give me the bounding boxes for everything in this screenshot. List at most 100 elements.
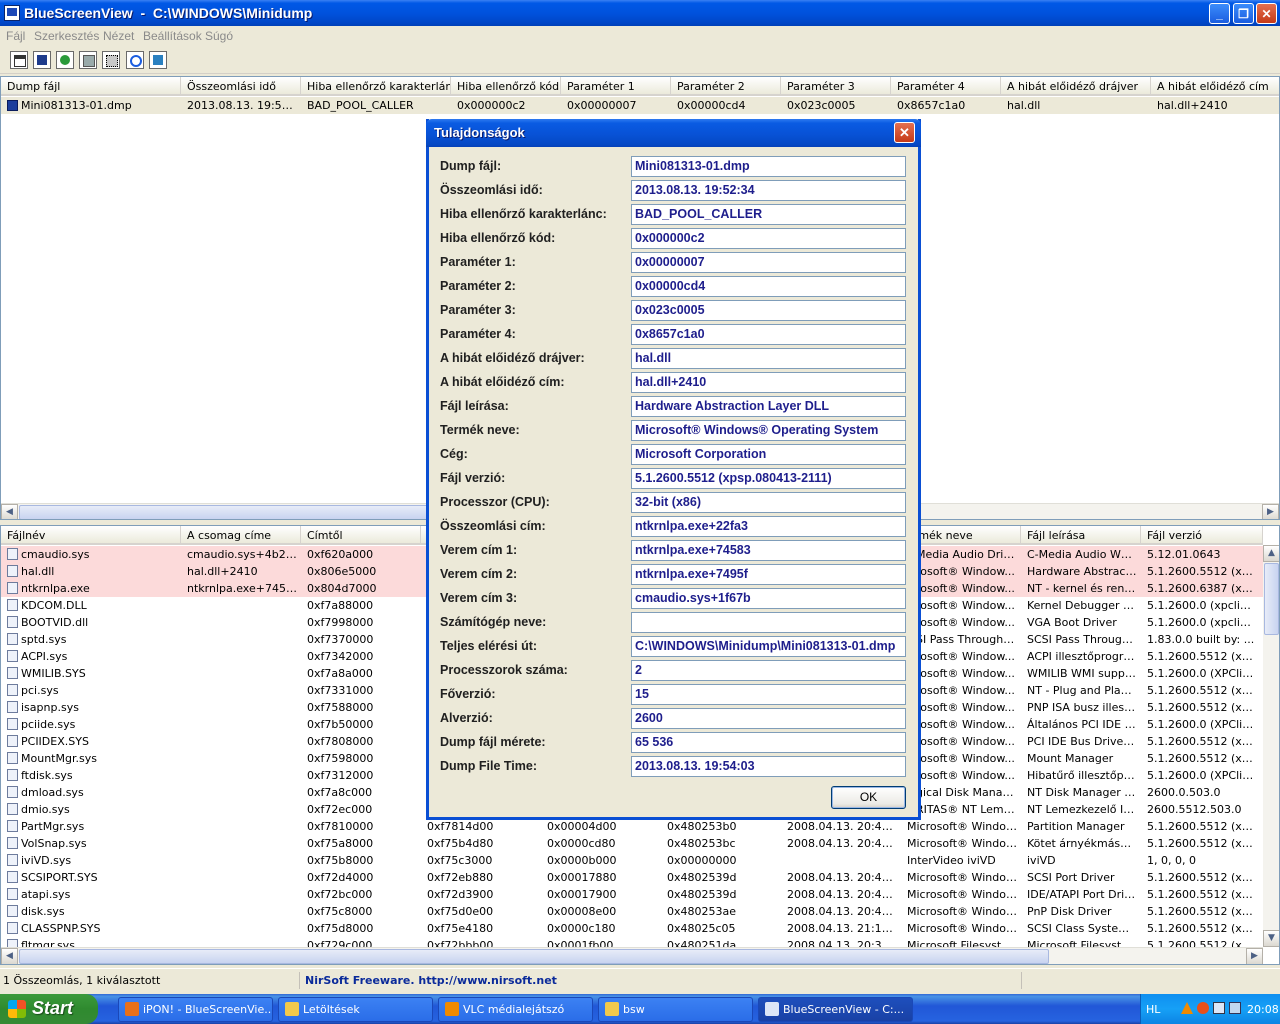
copy-icon[interactable] bbox=[79, 51, 97, 69]
app-tray-icon[interactable] bbox=[1197, 1002, 1209, 1014]
maximize-button[interactable]: ❐ bbox=[1233, 3, 1254, 24]
column-file-description[interactable]: Fájl leírása bbox=[1021, 526, 1141, 545]
property-value-field[interactable]: Microsoft® Windows® Operating System bbox=[631, 420, 906, 441]
ok-button[interactable]: OK bbox=[831, 786, 906, 809]
dialog-title-bar[interactable]: Tulajdonságok ✕ bbox=[426, 119, 921, 147]
file-icon bbox=[7, 888, 18, 900]
monitor-tray-icon[interactable] bbox=[1229, 1002, 1241, 1014]
column-parameter-3[interactable]: Paraméter 3 bbox=[781, 77, 891, 96]
property-value-field[interactable]: 0x000000c2 bbox=[631, 228, 906, 249]
property-value-field[interactable]: C:\WINDOWS\Minidump\Mini081313-01.dmp bbox=[631, 636, 906, 657]
column-bug-check-code[interactable]: Hiba ellenőrző kód bbox=[451, 77, 561, 96]
refresh-icon[interactable] bbox=[56, 51, 74, 69]
driver-row[interactable]: iviVD.sys 0xf75b8000 0xf75c3000 0x0000b000 0… bbox=[1, 852, 1263, 869]
advanced-options-icon[interactable] bbox=[10, 51, 28, 69]
driver-row[interactable]: atapi.sys 0xf72bc000 0xf72d3900 0x00017900 0… bbox=[1, 886, 1263, 903]
column-bug-check-string[interactable]: Hiba ellenőrző karakterlánc bbox=[301, 77, 451, 96]
window-title: BlueScreenView - C:\WINDOWS\Minidump bbox=[24, 5, 313, 21]
driver-list-vscrollbar[interactable]: ▲ ▼ bbox=[1263, 545, 1279, 947]
properties-icon[interactable] bbox=[102, 51, 120, 69]
property-value-field[interactable]: BAD_POOL_CALLER bbox=[631, 204, 906, 225]
taskbar-button[interactable]: bsw bbox=[598, 997, 753, 1022]
property-value-field[interactable]: ntkrnlpa.exe+22fa3 bbox=[631, 516, 906, 537]
property-value-field[interactable]: hal.dll+2410 bbox=[631, 372, 906, 393]
menu-options[interactable]: Beállítások bbox=[143, 29, 202, 43]
column-from-address[interactable]: Címtől bbox=[301, 526, 421, 545]
property-label: Verem cím 3: bbox=[440, 591, 518, 605]
window-title-bar[interactable]: BlueScreenView - C:\WINDOWS\Minidump _ ❐… bbox=[0, 0, 1280, 26]
property-label: Dump File Time: bbox=[440, 759, 538, 773]
find-icon[interactable] bbox=[126, 51, 144, 69]
property-value-field[interactable]: Microsoft Corporation bbox=[631, 444, 906, 465]
property-label: Dump fájl: bbox=[440, 159, 502, 173]
property-value-field[interactable]: 5.1.2600.5512 (xpsp.080413-2111) bbox=[631, 468, 906, 489]
driver-list-hscrollbar[interactable]: ◀ ▶ bbox=[1, 947, 1263, 964]
property-value-field[interactable]: 15 bbox=[631, 684, 906, 705]
menu-file[interactable]: Fájl bbox=[6, 29, 25, 43]
toolbar bbox=[0, 46, 1280, 74]
crash-row[interactable]: Mini081313-01.dmp 2013.08.13. 19:52:34 B… bbox=[1, 97, 1279, 114]
column-address-in-stack[interactable]: A csomag címe bbox=[181, 526, 301, 545]
close-button[interactable]: ✕ bbox=[1256, 3, 1277, 24]
driver-row[interactable]: disk.sys 0xf75c8000 0xf75d0e00 0x00008e00 0x… bbox=[1, 903, 1263, 920]
taskbar-button[interactable]: iPON! - BlueScreenVie... bbox=[118, 997, 273, 1022]
column-caused-by-driver[interactable]: A hibát előidéző drájver bbox=[1001, 77, 1151, 96]
dialog-close-icon[interactable]: ✕ bbox=[894, 122, 915, 143]
property-label: Összeomlási idő: bbox=[440, 183, 543, 197]
menu-view[interactable]: Nézet bbox=[103, 29, 134, 43]
exit-icon[interactable] bbox=[149, 51, 167, 69]
minimize-button[interactable]: _ bbox=[1209, 3, 1230, 24]
column-parameter-1[interactable]: Paraméter 1 bbox=[561, 77, 671, 96]
column-file-version[interactable]: Fájl verzió bbox=[1141, 526, 1263, 545]
scroll-left-arrow-icon[interactable]: ◀ bbox=[1, 948, 18, 964]
taskbar-button[interactable]: VLC médialejátszó bbox=[438, 997, 593, 1022]
start-button[interactable]: Start bbox=[0, 994, 98, 1024]
property-value-field[interactable]: Hardware Abstraction Layer DLL bbox=[631, 396, 906, 417]
property-label: A hibát előidéző drájver: bbox=[440, 351, 585, 365]
driver-row[interactable]: CLASSPNP.SYS 0xf75d8000 0xf75e4180 0x0000c1… bbox=[1, 920, 1263, 937]
scroll-up-arrow-icon[interactable]: ▲ bbox=[1263, 545, 1279, 562]
network-tray-icon[interactable] bbox=[1213, 1002, 1225, 1014]
taskbar-button[interactable]: BlueScreenView - C:... bbox=[758, 997, 913, 1022]
property-value-field[interactable]: cmaudio.sys+1f67b bbox=[631, 588, 906, 609]
menu-edit[interactable]: Szerkesztés bbox=[34, 29, 99, 43]
column-parameter-2[interactable]: Paraméter 2 bbox=[671, 77, 781, 96]
property-value-field[interactable]: hal.dll bbox=[631, 348, 906, 369]
property-value-field[interactable]: Mini081313-01.dmp bbox=[631, 156, 906, 177]
property-value-field[interactable]: 32-bit (x86) bbox=[631, 492, 906, 513]
property-value-field[interactable]: 2600 bbox=[631, 708, 906, 729]
property-value-field[interactable]: 65 536 bbox=[631, 732, 906, 753]
column-caused-by-address[interactable]: A hibát előidéző cím bbox=[1151, 77, 1279, 96]
scroll-left-arrow-icon[interactable]: ◀ bbox=[1, 504, 18, 519]
property-value-field[interactable]: 2013.08.13. 19:52:34 bbox=[631, 180, 906, 201]
nirsoft-link[interactable]: NirSoft Freeware. http://www.nirsoft.net bbox=[302, 972, 1022, 989]
vlc-tray-icon[interactable] bbox=[1181, 1002, 1193, 1014]
property-value-field[interactable]: 0x8657c1a0 bbox=[631, 324, 906, 345]
column-crash-time[interactable]: Összeomlási idő bbox=[181, 77, 301, 96]
property-value-field[interactable]: 2 bbox=[631, 660, 906, 681]
scroll-right-arrow-icon[interactable]: ▶ bbox=[1246, 948, 1263, 964]
driver-row[interactable]: VolSnap.sys 0xf75a8000 0xf75b4d80 0x0000cd8… bbox=[1, 835, 1263, 852]
save-icon[interactable] bbox=[33, 51, 51, 69]
column-filename[interactable]: Fájlnév bbox=[1, 526, 181, 545]
scroll-down-arrow-icon[interactable]: ▼ bbox=[1263, 930, 1279, 947]
property-value-field[interactable]: ntkrnlpa.exe+74583 bbox=[631, 540, 906, 561]
column-dump-file[interactable]: Dump fájl bbox=[1, 77, 181, 96]
property-value-field[interactable]: 0x00000007 bbox=[631, 252, 906, 273]
property-value-field[interactable]: 0x023c0005 bbox=[631, 300, 906, 321]
property-value-field[interactable]: ntkrnlpa.exe+7495f bbox=[631, 564, 906, 585]
scroll-thumb[interactable] bbox=[1264, 563, 1279, 635]
property-value-field[interactable] bbox=[631, 612, 906, 633]
driver-row[interactable]: SCSIPORT.SYS 0xf72d4000 0xf72eb880 0x000178… bbox=[1, 869, 1263, 886]
driver-row[interactable]: PartMgr.sys 0xf7810000 0xf7814d00 0x00004d0… bbox=[1, 818, 1263, 835]
taskbar-button[interactable]: Letöltések bbox=[278, 997, 433, 1022]
file-icon bbox=[7, 650, 18, 662]
language-indicator[interactable]: HL bbox=[1146, 1003, 1160, 1016]
scroll-thumb[interactable] bbox=[19, 949, 1049, 964]
property-value-field[interactable]: 2013.08.13. 19:54:03 bbox=[631, 756, 906, 777]
file-icon bbox=[7, 582, 18, 594]
menu-help[interactable]: Súgó bbox=[205, 29, 233, 43]
scroll-right-arrow-icon[interactable]: ▶ bbox=[1262, 504, 1279, 519]
column-parameter-4[interactable]: Paraméter 4 bbox=[891, 77, 1001, 96]
property-value-field[interactable]: 0x00000cd4 bbox=[631, 276, 906, 297]
